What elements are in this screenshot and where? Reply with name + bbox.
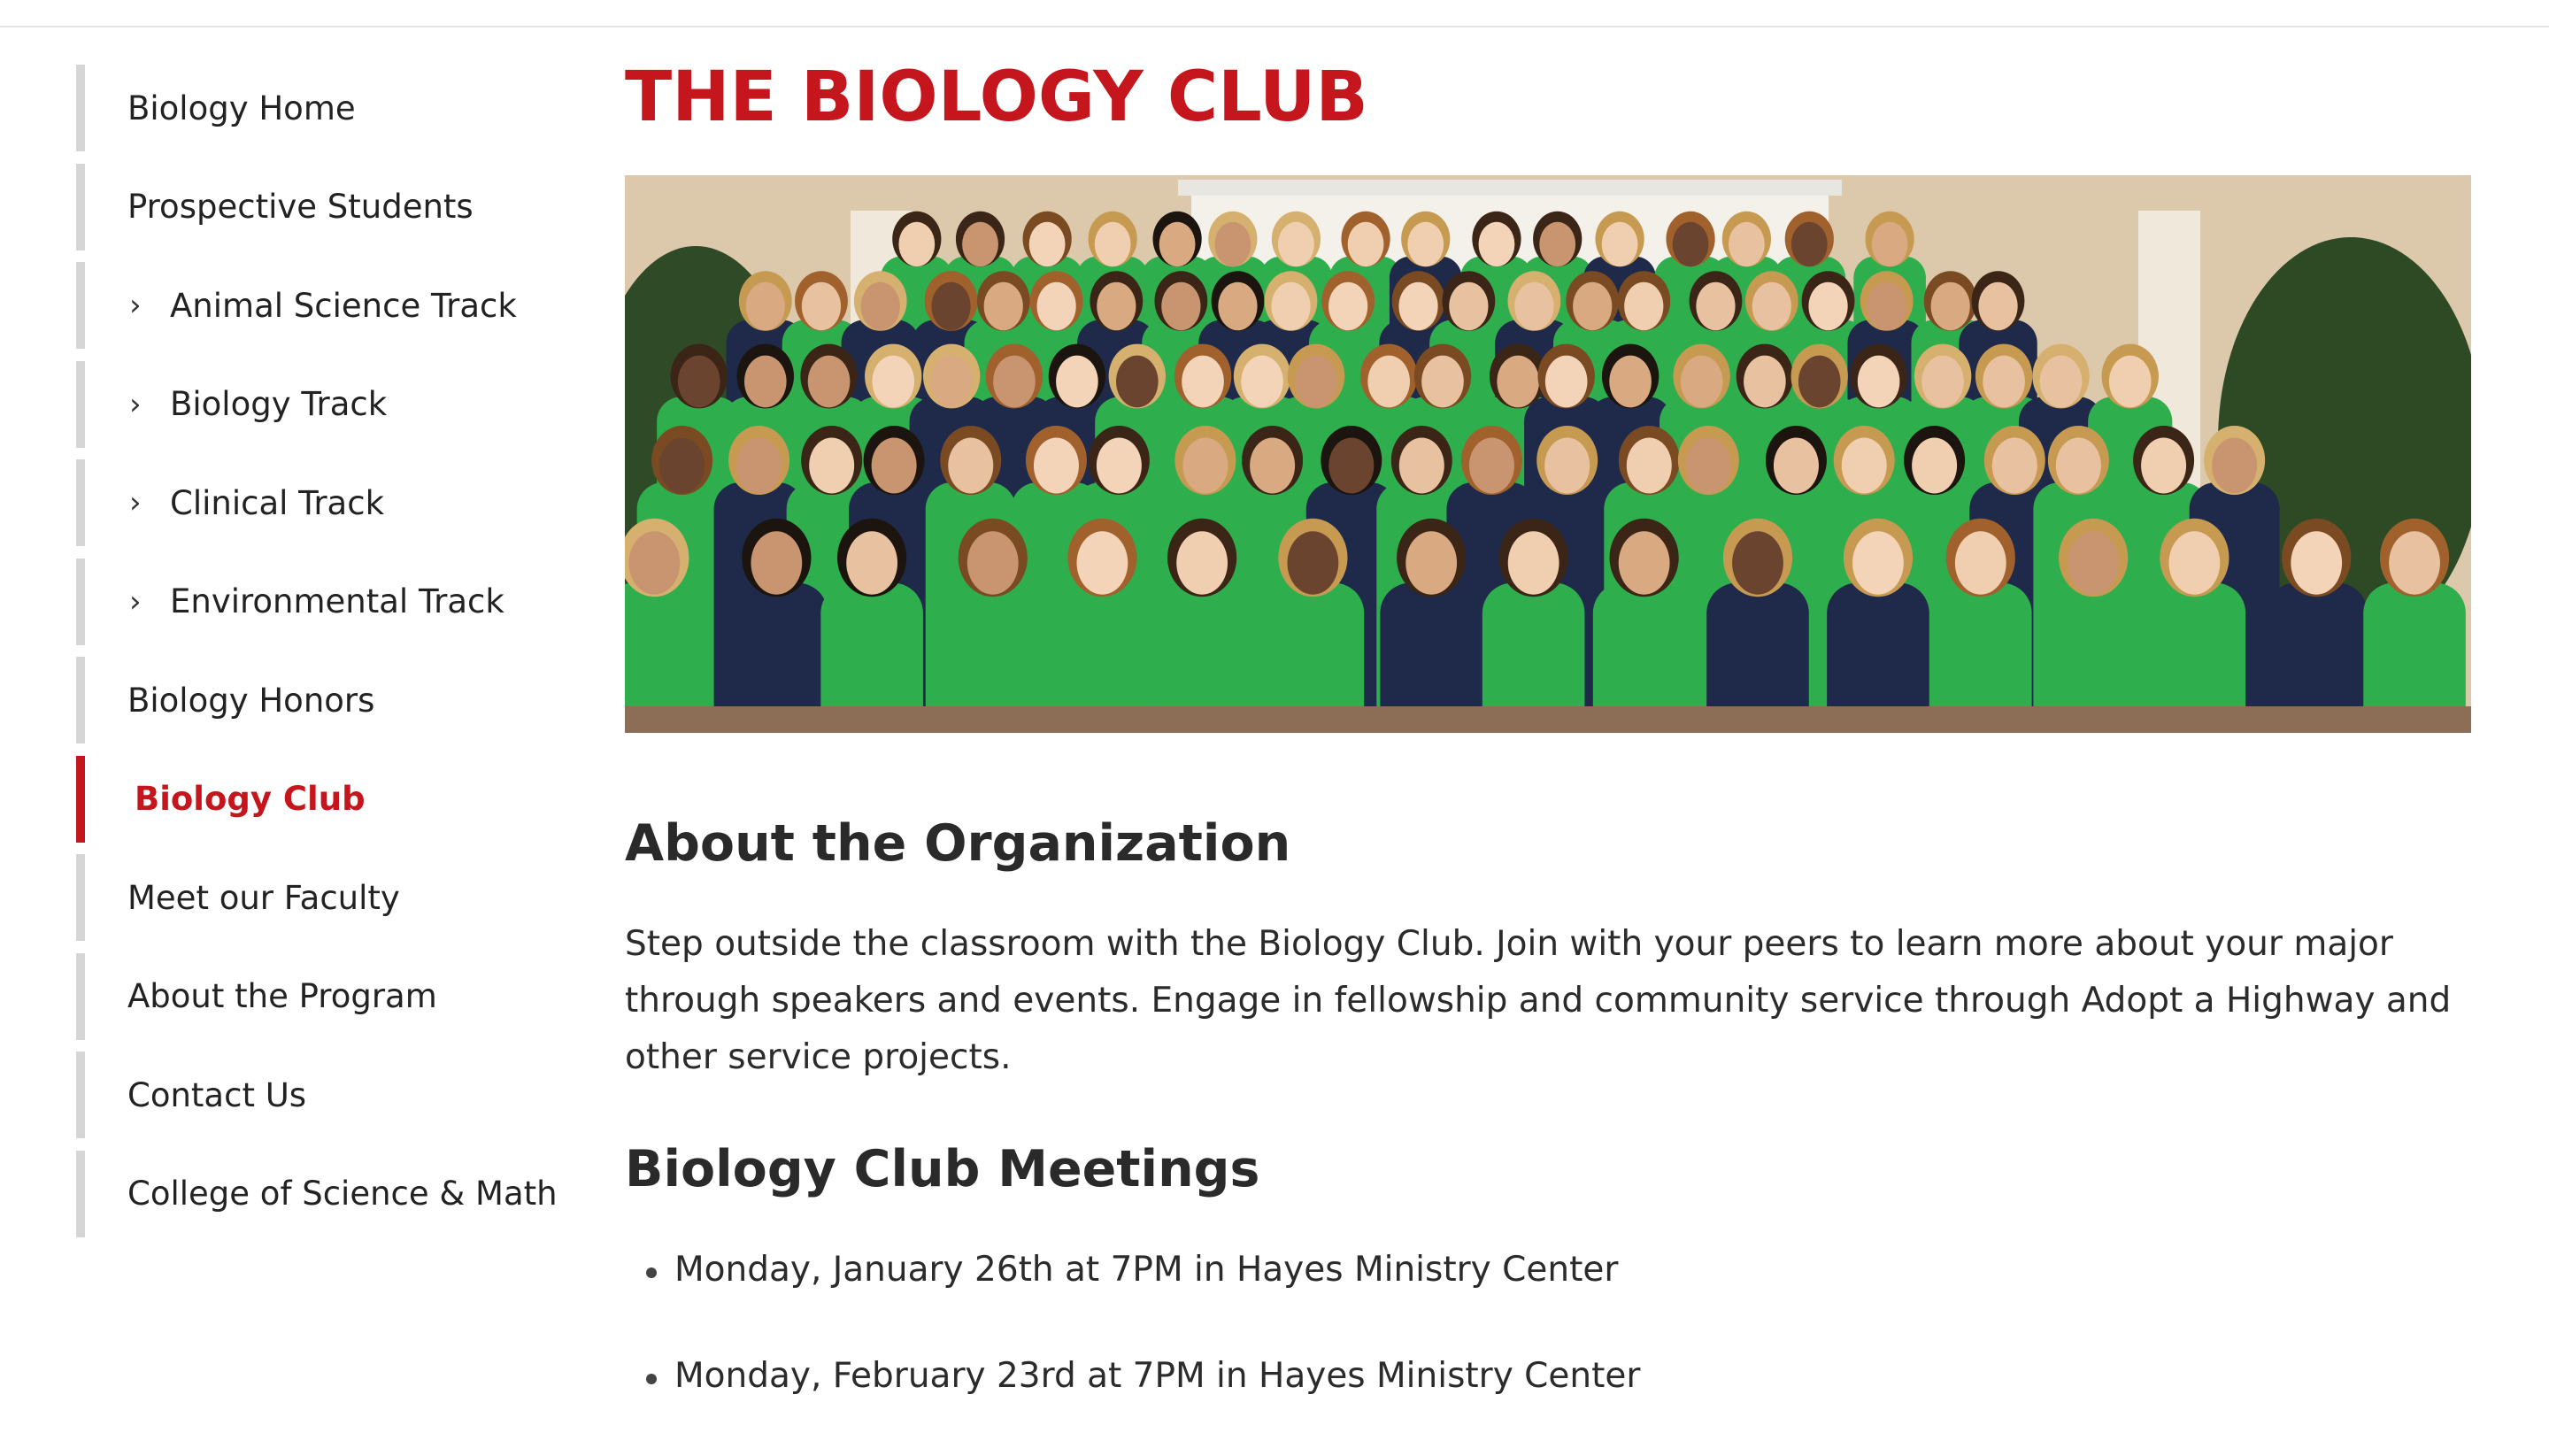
sidebar-item-clinical-track[interactable]: › Clinical Track (76, 459, 572, 546)
sidebar-item-label: Contact Us (127, 1075, 307, 1114)
sidebar-item-label: Meet our Faculty (127, 878, 400, 917)
meetings-heading: Biology Club Meetings (625, 1140, 1260, 1198)
sidebar-item-biology-club[interactable]: Biology Club (76, 755, 572, 843)
group-photo (625, 175, 2471, 733)
sidebar-item-environmental-track[interactable]: › Environmental Track (76, 558, 572, 645)
sidebar-item-prospective-students[interactable]: Prospective Students (76, 163, 572, 250)
sidebar-item-contact-us[interactable]: Contact Us (76, 1052, 572, 1138)
sidebar-item-label: Biology Track (170, 385, 388, 423)
sidebar-item-animal-science-track[interactable]: › Animal Science Track (76, 262, 572, 349)
sidebar-item-label: Prospective Students (127, 188, 474, 226)
main-content: THE BIOLOGY CLUB About the Organization … (625, 53, 2475, 1396)
page-title: THE BIOLOGY CLUB (625, 58, 1368, 137)
sidebar-item-label: Biology Home (127, 89, 356, 127)
chevron-right-icon: › (129, 485, 142, 520)
sidebar-item-label: Clinical Track (170, 483, 384, 522)
group-photo-illustration (625, 175, 2471, 733)
chevron-right-icon: › (129, 386, 142, 422)
sidebar-item-label: About the Program (127, 977, 437, 1015)
sidebar-item-label: Animal Science Track (170, 286, 517, 325)
sidebar-item-label: Biology Club (135, 780, 366, 818)
chevron-right-icon: › (129, 583, 142, 620)
sidebar-item-biology-honors[interactable]: Biology Honors (76, 657, 572, 743)
sidebar-item-college-of-science-math[interactable]: College of Science & Math (76, 1150, 572, 1237)
sidebar-item-label: Biology Honors (127, 681, 375, 720)
sidebar-item-about-the-program[interactable]: About the Program (76, 952, 572, 1040)
list-item: Monday, February 23rd at 7PM in Hayes Mi… (645, 1350, 1640, 1456)
top-divider (0, 26, 2549, 27)
sidebar-item-meet-our-faculty[interactable]: Meet our Faculty (76, 854, 572, 941)
sidebar-item-biology-track[interactable]: › Biology Track (76, 360, 572, 448)
sidebar-item-label: College of Science & Math (127, 1175, 558, 1213)
sidebar-item-biology-home[interactable]: Biology Home (76, 65, 572, 151)
meetings-list: Monday, January 26th at 7PM in Hayes Min… (625, 1244, 1640, 1456)
chevron-right-icon: › (129, 288, 142, 323)
about-paragraph: Step outside the classroom with the Biol… (625, 924, 2452, 1077)
about-heading: About the Organization (625, 814, 1291, 873)
list-item: Monday, January 26th at 7PM in Hayes Min… (645, 1244, 1640, 1350)
sidebar-nav: Biology Home Prospective Students › Anim… (76, 65, 572, 1249)
sidebar-item-label: Environmental Track (170, 582, 504, 620)
